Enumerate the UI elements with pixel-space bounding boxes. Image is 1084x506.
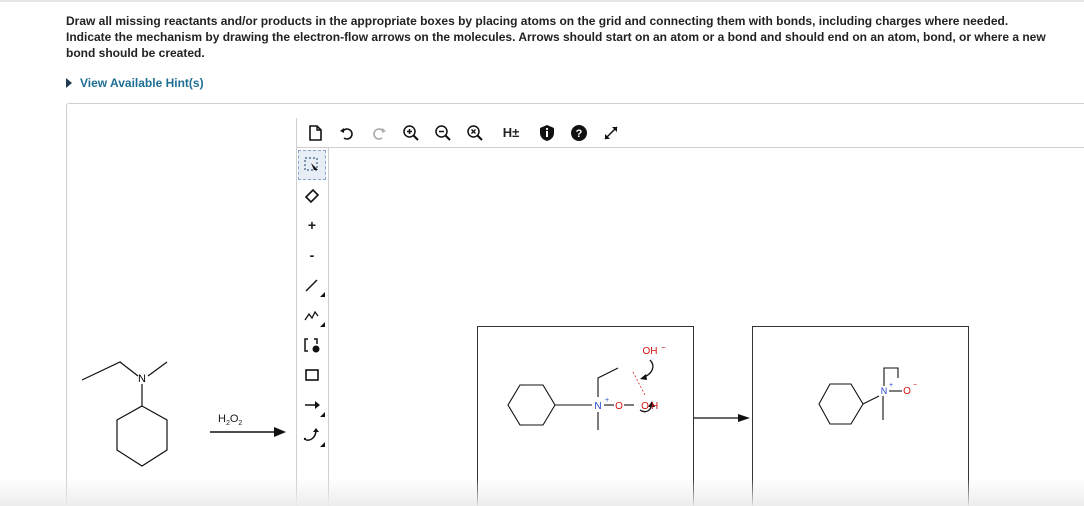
editor-left-border [296,118,297,506]
new-document-icon[interactable] [304,122,326,144]
intermediate-oxygen-1: O [615,401,623,412]
single-bond-icon[interactable] [298,270,326,300]
product-oxygen-charge: − [913,382,917,389]
undo-icon[interactable] [336,122,358,144]
caret-right-icon [66,78,72,88]
zoom-reset-icon[interactable] [464,122,486,144]
editor-side-border [328,148,329,506]
help-icon[interactable]: ? [568,122,590,144]
positive-charge-icon[interactable]: + [298,210,326,240]
top-divider [0,0,1084,2]
fullscreen-icon[interactable] [600,122,622,144]
product-nitrogen: N [881,386,888,396]
expand-corner-icon [320,442,325,447]
bracket-icon[interactable] [298,330,326,360]
zoom-in-icon[interactable] [400,122,422,144]
reagent-h: H [218,413,226,425]
hydroxide-charge: − [661,343,666,352]
plus-label: + [307,217,317,233]
intermediate-oxygen-2: O [641,401,649,412]
minus-label: - [309,247,315,263]
reactant-nitrogen-label: N [138,373,146,385]
redo-icon[interactable] [368,122,390,144]
negative-charge-icon[interactable]: - [298,240,326,270]
explicit-hydrogens-label: H± [502,125,520,140]
rectangle-icon[interactable] [298,360,326,390]
view-hints-link[interactable]: View Available Hint(s) [66,75,204,91]
eraser-icon[interactable] [298,180,326,210]
reaction-arrow-1 [210,427,286,437]
product-nitrogen-charge: + [889,382,893,389]
product-molecule: N + O − [818,367,917,425]
expand-corner-icon [320,322,325,327]
expand-corner-icon [320,412,325,417]
curved-arrow-icon[interactable] [298,420,326,450]
editor-toolbar: H± ? [296,118,1084,148]
product-oxygen: O [903,386,911,397]
zoom-out-icon[interactable] [432,122,454,144]
intermediate-molecule: N + O O H OH − [507,343,666,430]
explicit-hydrogens-icon[interactable]: H± [496,122,526,144]
select-lasso-icon[interactable] [298,150,326,180]
expand-corner-icon [320,292,325,297]
instructions-text: Draw all missing reactants and/or produc… [66,14,1046,60]
svg-text:?: ? [576,128,583,140]
reactant-molecule: N [81,361,168,467]
side-toolbar: + - [298,150,327,450]
chain-icon[interactable] [298,300,326,330]
hydroxide-label: OH [643,346,658,357]
intermediate-nitrogen: N [594,401,601,412]
intermediate-hydrogen: H [651,401,658,412]
info-icon[interactable] [536,122,558,144]
reaction-arrow-2 [694,414,750,422]
view-hints-label: View Available Hint(s) [80,76,204,90]
intermediate-nitrogen-charge: + [605,397,609,404]
reaction-arrow-icon[interactable] [298,390,326,420]
